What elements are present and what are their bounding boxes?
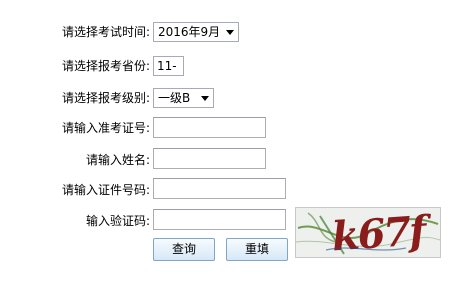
admission-number-label: 请输入准考证号:: [61, 121, 150, 135]
reset-button[interactable]: 重填: [226, 238, 288, 261]
province-select[interactable]: 11-: [153, 56, 184, 76]
exam-time-selected-value: 2016年9月: [158, 25, 221, 39]
province-label: 请选择报考省份:: [61, 59, 150, 73]
level-label: 请选择报考级别:: [61, 91, 150, 105]
id-number-input[interactable]: [153, 178, 286, 199]
id-number-label: 请输入证件号码:: [61, 183, 150, 197]
level-select[interactable]: 一级B: [153, 88, 214, 108]
query-button[interactable]: 查询: [153, 238, 215, 261]
province-selected-value: 11-: [157, 59, 177, 73]
chevron-down-icon: [201, 96, 209, 101]
exam-time-label: 请选择考试时间:: [61, 25, 150, 39]
captcha-label: 输入验证码:: [85, 214, 150, 228]
name-input[interactable]: [153, 148, 266, 169]
level-selected-value: 一级B: [158, 91, 191, 105]
captcha-graphic: k67f: [295, 207, 441, 260]
captcha-input[interactable]: [153, 209, 286, 230]
chevron-down-icon: [226, 30, 234, 35]
captcha-image[interactable]: k67f: [295, 207, 441, 260]
exam-time-select[interactable]: 2016年9月: [153, 22, 239, 42]
admission-number-input[interactable]: [153, 117, 266, 138]
name-label: 请输入姓名:: [85, 153, 150, 167]
